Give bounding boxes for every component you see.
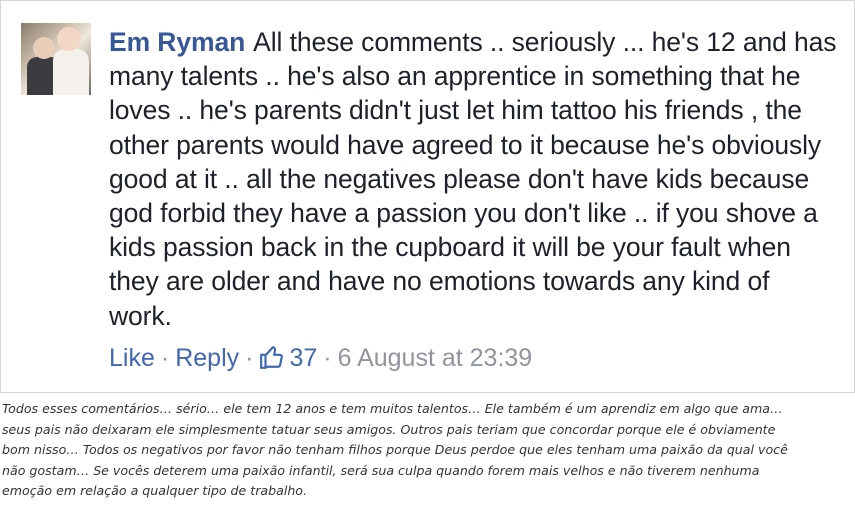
action-separator: · [245, 344, 254, 372]
reply-button[interactable]: Reply [175, 344, 239, 372]
comment-text: All these comments .. seriously ... he's… [109, 27, 837, 331]
avatar-face-left [33, 37, 55, 59]
avatar-face-right [57, 27, 81, 51]
comment-author-link[interactable]: Em Ryman [109, 27, 245, 57]
thumbs-up-icon[interactable] [259, 344, 285, 370]
comment-timestamp[interactable]: 6 August at 23:39 [338, 344, 533, 372]
action-separator: · [160, 344, 170, 372]
like-count[interactable]: 37 [289, 344, 317, 372]
like-button[interactable]: Like [109, 344, 155, 372]
comment-body: Em Ryman All these comments .. seriously … [109, 25, 839, 333]
comment-card: Em Ryman All these comments .. seriously … [0, 0, 855, 393]
action-separator: · [323, 344, 332, 372]
avatar[interactable] [21, 23, 91, 95]
avatar-figure-right [53, 49, 89, 95]
translation-caption: Todos esses comentários… sério… ele tem … [2, 401, 788, 498]
comment-actions: Like · Reply · 37 · 6 August at 23:39 [109, 341, 532, 375]
